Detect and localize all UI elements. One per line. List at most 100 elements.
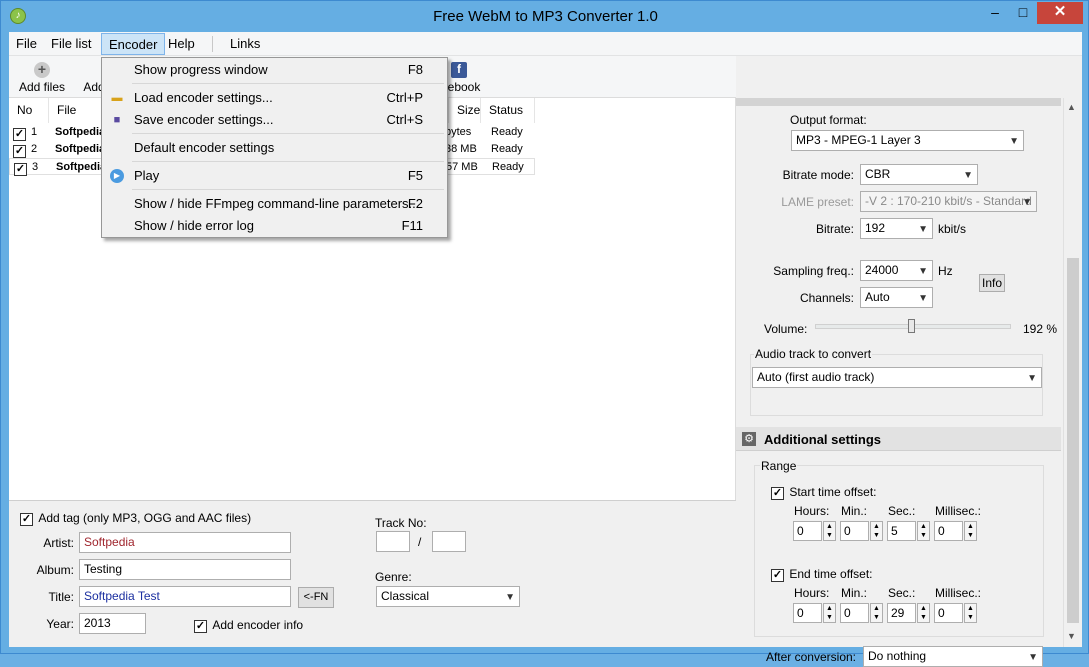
scroll-up-icon[interactable]: ▲ [1067, 102, 1076, 112]
chevron-down-icon: ▼ [1027, 373, 1037, 384]
start-ms-value[interactable]: 0 [934, 521, 963, 541]
chevron-down-icon: ▼ [918, 224, 928, 235]
add-encoder-info-row[interactable]: ✓ Add encoder info [194, 618, 303, 633]
menu-item-default-settings[interactable]: Default encoder settings [104, 137, 445, 159]
chevron-down-icon: ▼ [918, 266, 928, 277]
add-encoder-info-checkbox[interactable]: ✓ [194, 620, 207, 633]
end-offset-label: End time offset: [789, 567, 873, 581]
title-bar[interactable]: ♪ Free WebM to MP3 Converter 1.0 – □ ✕ [1, 1, 1089, 33]
end-hours-value[interactable]: 0 [793, 603, 822, 623]
bitrate-select[interactable]: 192 ▼ [860, 218, 933, 239]
menu-item-play[interactable]: ▶ Play F5 [104, 165, 445, 187]
menu-file[interactable]: File [9, 33, 44, 55]
info-button[interactable]: Info [979, 274, 1005, 292]
start-min-label: Min.: [841, 504, 868, 518]
artist-field[interactable]: Softpedia [79, 532, 291, 553]
start-min-spinner[interactable]: 0 ▲ ▼ [840, 521, 884, 541]
menu-item-ffmpeg-params[interactable]: Show / hide FFmpeg command-line paramete… [104, 193, 445, 215]
start-offset-checkbox[interactable]: ✓ [771, 487, 784, 500]
end-hours-spinner[interactable]: 0 ▲ ▼ [793, 603, 837, 623]
album-field[interactable]: Testing [79, 559, 291, 580]
lame-preset-value: -V 2 : 170-210 kbit/s - Standard [865, 194, 1032, 208]
row-size: bytes [445, 126, 472, 138]
add-tag-row[interactable]: ✓ Add tag (only MP3, OGG and AAC files) [20, 511, 251, 526]
channels-select[interactable]: Auto ▼ [860, 287, 933, 308]
menu-links[interactable]: Links [223, 33, 267, 55]
end-offset-row[interactable]: ✓ End time offset: [771, 567, 873, 582]
add-files-button[interactable]: + Add files [15, 56, 69, 98]
col-header-no[interactable]: No [9, 98, 49, 123]
col-header-status[interactable]: Status [481, 98, 535, 123]
facebook-button[interactable]: f ebook [447, 56, 481, 98]
volume-thumb[interactable] [908, 319, 915, 333]
col-header-size[interactable]: Size [449, 98, 481, 123]
spin-arrows-icon[interactable]: ▲ ▼ [823, 521, 836, 541]
genre-select[interactable]: Classical ▼ [376, 586, 520, 607]
output-format-select[interactable]: MP3 - MPEG-1 Layer 3 ▼ [791, 130, 1024, 151]
track-number-field[interactable] [376, 531, 410, 552]
chevron-down-icon: ▼ [918, 293, 928, 304]
menu-item-load-settings[interactable]: ▬ Load encoder settings... Ctrl+P [104, 87, 445, 109]
start-sec-value[interactable]: 5 [887, 521, 916, 541]
chevron-down-icon: ▼ [505, 592, 515, 603]
vertical-scrollbar[interactable]: ▲ ▼ [1063, 98, 1080, 647]
row-status: Ready [491, 126, 523, 138]
app-window: ♪ Free WebM to MP3 Converter 1.0 – □ ✕ F… [0, 0, 1089, 667]
spin-arrows-icon[interactable]: ▲ ▼ [964, 521, 977, 541]
end-offset-checkbox[interactable]: ✓ [771, 569, 784, 582]
menu-help[interactable]: Help [161, 33, 202, 55]
end-min-spinner[interactable]: 0 ▲ ▼ [840, 603, 884, 623]
start-hours-value[interactable]: 0 [793, 521, 822, 541]
start-min-value[interactable]: 0 [840, 521, 869, 541]
row-checkbox[interactable]: ✓ [13, 145, 26, 158]
fn-button[interactable]: <-FN [298, 587, 334, 608]
year-field[interactable]: 2013 [79, 613, 146, 634]
after-conversion-select[interactable]: Do nothing ▼ [863, 646, 1043, 667]
sampling-select[interactable]: 24000 ▼ [860, 260, 933, 281]
end-min-value[interactable]: 0 [840, 603, 869, 623]
end-min-label: Min.: [841, 586, 868, 600]
minimize-button[interactable]: – [981, 2, 1009, 24]
start-hours-spinner[interactable]: 0 ▲ ▼ [793, 521, 837, 541]
add-tag-checkbox[interactable]: ✓ [20, 513, 33, 526]
end-sec-value[interactable]: 29 [887, 603, 916, 623]
menu-item-show-progress[interactable]: Show progress window F8 [104, 59, 445, 81]
scroll-down-icon[interactable]: ▼ [1067, 631, 1076, 641]
row-checkbox[interactable]: ✓ [13, 128, 26, 141]
close-button[interactable]: ✕ [1037, 2, 1083, 24]
menu-file-list[interactable]: File list [44, 33, 98, 55]
start-sec-spinner[interactable]: 5 ▲ ▼ [887, 521, 931, 541]
end-hours-label: Hours: [794, 586, 830, 600]
spin-arrows-icon[interactable]: ▲ ▼ [823, 603, 836, 623]
scrollbar-thumb[interactable] [1067, 258, 1079, 623]
row-checkbox[interactable]: ✓ [14, 163, 27, 176]
menu-item-error-log[interactable]: Show / hide error log F11 [104, 215, 445, 237]
menu-item-label: Default encoder settings [134, 140, 275, 155]
title-field[interactable]: Softpedia Test [79, 586, 291, 607]
end-ms-spinner[interactable]: 0 ▲ ▼ [934, 603, 978, 623]
track-total-field[interactable] [432, 531, 466, 552]
audio-track-select[interactable]: Auto (first audio track) ▼ [752, 367, 1042, 388]
additional-settings-header[interactable]: ⚙ Additional settings [736, 427, 1061, 451]
menu-item-save-settings[interactable]: ■ Save encoder settings... Ctrl+S [104, 109, 445, 131]
end-sec-spinner[interactable]: 29 ▲ ▼ [887, 603, 931, 623]
end-ms-value[interactable]: 0 [934, 603, 963, 623]
genre-label: Genre: [375, 570, 412, 584]
menu-encoder[interactable]: Encoder [101, 33, 166, 55]
channels-label: Channels: [799, 291, 854, 305]
menu-divider [132, 83, 444, 84]
spin-arrows-icon[interactable]: ▲ ▼ [870, 603, 883, 623]
title-label: Title: [48, 590, 74, 604]
menu-item-label: Load encoder settings... [134, 90, 273, 105]
spin-arrows-icon[interactable]: ▲ ▼ [964, 603, 977, 623]
spin-arrows-icon[interactable]: ▲ ▼ [870, 521, 883, 541]
start-offset-row[interactable]: ✓ Start time offset: [771, 485, 877, 500]
maximize-button[interactable]: □ [1009, 2, 1037, 24]
spin-arrows-icon[interactable]: ▲ ▼ [917, 603, 930, 623]
volume-slider[interactable] [815, 319, 1011, 335]
spin-arrows-icon[interactable]: ▲ ▼ [917, 521, 930, 541]
bitrate-mode-label: Bitrate mode: [782, 168, 854, 182]
start-ms-spinner[interactable]: 0 ▲ ▼ [934, 521, 978, 541]
menu-bar: File File list Encoder Help Links [9, 32, 1082, 56]
bitrate-mode-select[interactable]: CBR ▼ [860, 164, 978, 185]
